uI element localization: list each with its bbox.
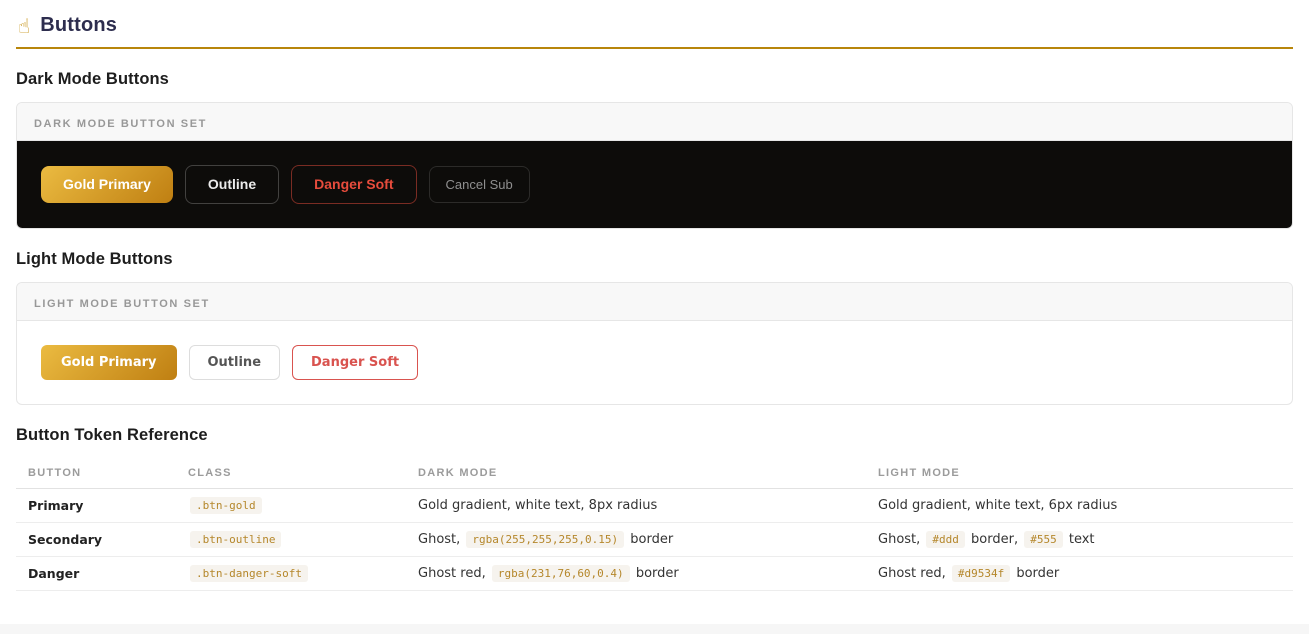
button-name-cell: Primary xyxy=(16,489,176,523)
danger-soft-button-light[interactable]: Danger Soft xyxy=(292,345,418,381)
dark-mode-panel-body: Gold Primary Outline Danger Soft Cancel … xyxy=(17,141,1292,228)
class-cell: .btn-gold xyxy=(176,489,406,523)
table-header-row: BUTTON CLASS DARK MODE LIGHT MODE xyxy=(16,458,1293,489)
light-mode-panel-header: LIGHT MODE BUTTON SET xyxy=(17,283,1292,321)
column-header-button: BUTTON xyxy=(16,458,176,489)
token-reference-table: BUTTON CLASS DARK MODE LIGHT MODE Primar… xyxy=(16,458,1293,591)
column-header-dark-mode: DARK MODE xyxy=(406,458,866,489)
button-name-cell: Danger xyxy=(16,557,176,591)
table-row: Primary .btn-gold Gold gradient, white tex… xyxy=(16,489,1293,523)
value-code-chip: rgba(255,255,255,0.15) xyxy=(466,531,624,548)
light-mode-cell: Ghost red, #d9534f border xyxy=(866,557,1293,591)
light-mode-cell: Ghost, #ddd border, #555 text xyxy=(866,523,1293,557)
column-header-class: CLASS xyxy=(176,458,406,489)
value-code-chip: rgba(231,76,60,0.4) xyxy=(492,565,630,582)
light-mode-panel: LIGHT MODE BUTTON SET Gold Primary Outli… xyxy=(16,282,1293,406)
outline-button-dark[interactable]: Outline xyxy=(185,165,279,204)
dark-mode-section-heading: Dark Mode Buttons xyxy=(16,70,1293,89)
dark-mode-panel: DARK MODE BUTTON SET Gold Primary Outlin… xyxy=(16,102,1293,229)
dark-mode-panel-header: DARK MODE BUTTON SET xyxy=(17,103,1292,141)
page-header: ☝ Buttons xyxy=(16,12,1293,49)
light-mode-cell: Gold gradient, white text, 6px radius xyxy=(866,489,1293,523)
cancel-sub-button-dark[interactable]: Cancel Sub xyxy=(429,166,530,204)
button-name-cell: Secondary xyxy=(16,523,176,557)
page-title: Buttons xyxy=(40,14,117,37)
column-header-light-mode: LIGHT MODE xyxy=(866,458,1293,489)
class-code-chip: .btn-gold xyxy=(190,497,262,514)
value-code-chip: #555 xyxy=(1024,531,1063,548)
value-code-chip: #ddd xyxy=(926,531,965,548)
pointing-hand-icon: ☝ xyxy=(18,16,30,36)
token-reference-heading: Button Token Reference xyxy=(16,426,1293,445)
dark-mode-cell: Ghost, rgba(255,255,255,0.15) border xyxy=(406,523,866,557)
gold-primary-button-light[interactable]: Gold Primary xyxy=(41,345,177,381)
outline-button-light[interactable]: Outline xyxy=(189,345,281,381)
buttons-doc-page: ☝ Buttons Dark Mode Buttons DARK MODE BU… xyxy=(0,0,1309,624)
class-code-chip: .btn-danger-soft xyxy=(190,565,308,582)
table-row: Secondary .btn-outline Ghost, rgba(255,255… xyxy=(16,523,1293,557)
class-cell: .btn-outline xyxy=(176,523,406,557)
class-code-chip: .btn-outline xyxy=(190,531,281,548)
danger-soft-button-dark[interactable]: Danger Soft xyxy=(291,165,416,204)
table-row: Danger .btn-danger-soft Ghost red, rgba(23… xyxy=(16,557,1293,591)
value-code-chip: #d9534f xyxy=(952,565,1010,582)
light-mode-panel-body: Gold Primary Outline Danger Soft xyxy=(17,321,1292,405)
token-table-body: Primary .btn-gold Gold gradient, white tex… xyxy=(16,489,1293,591)
dark-mode-cell: Gold gradient, white text, 8px radius xyxy=(406,489,866,523)
dark-mode-cell: Ghost red, rgba(231,76,60,0.4) border xyxy=(406,557,866,591)
light-mode-section-heading: Light Mode Buttons xyxy=(16,250,1293,269)
gold-primary-button-dark[interactable]: Gold Primary xyxy=(41,166,173,203)
class-cell: .btn-danger-soft xyxy=(176,557,406,591)
dark-mode-panel-caption: DARK MODE BUTTON SET xyxy=(34,118,207,130)
light-mode-panel-caption: LIGHT MODE BUTTON SET xyxy=(34,298,210,310)
